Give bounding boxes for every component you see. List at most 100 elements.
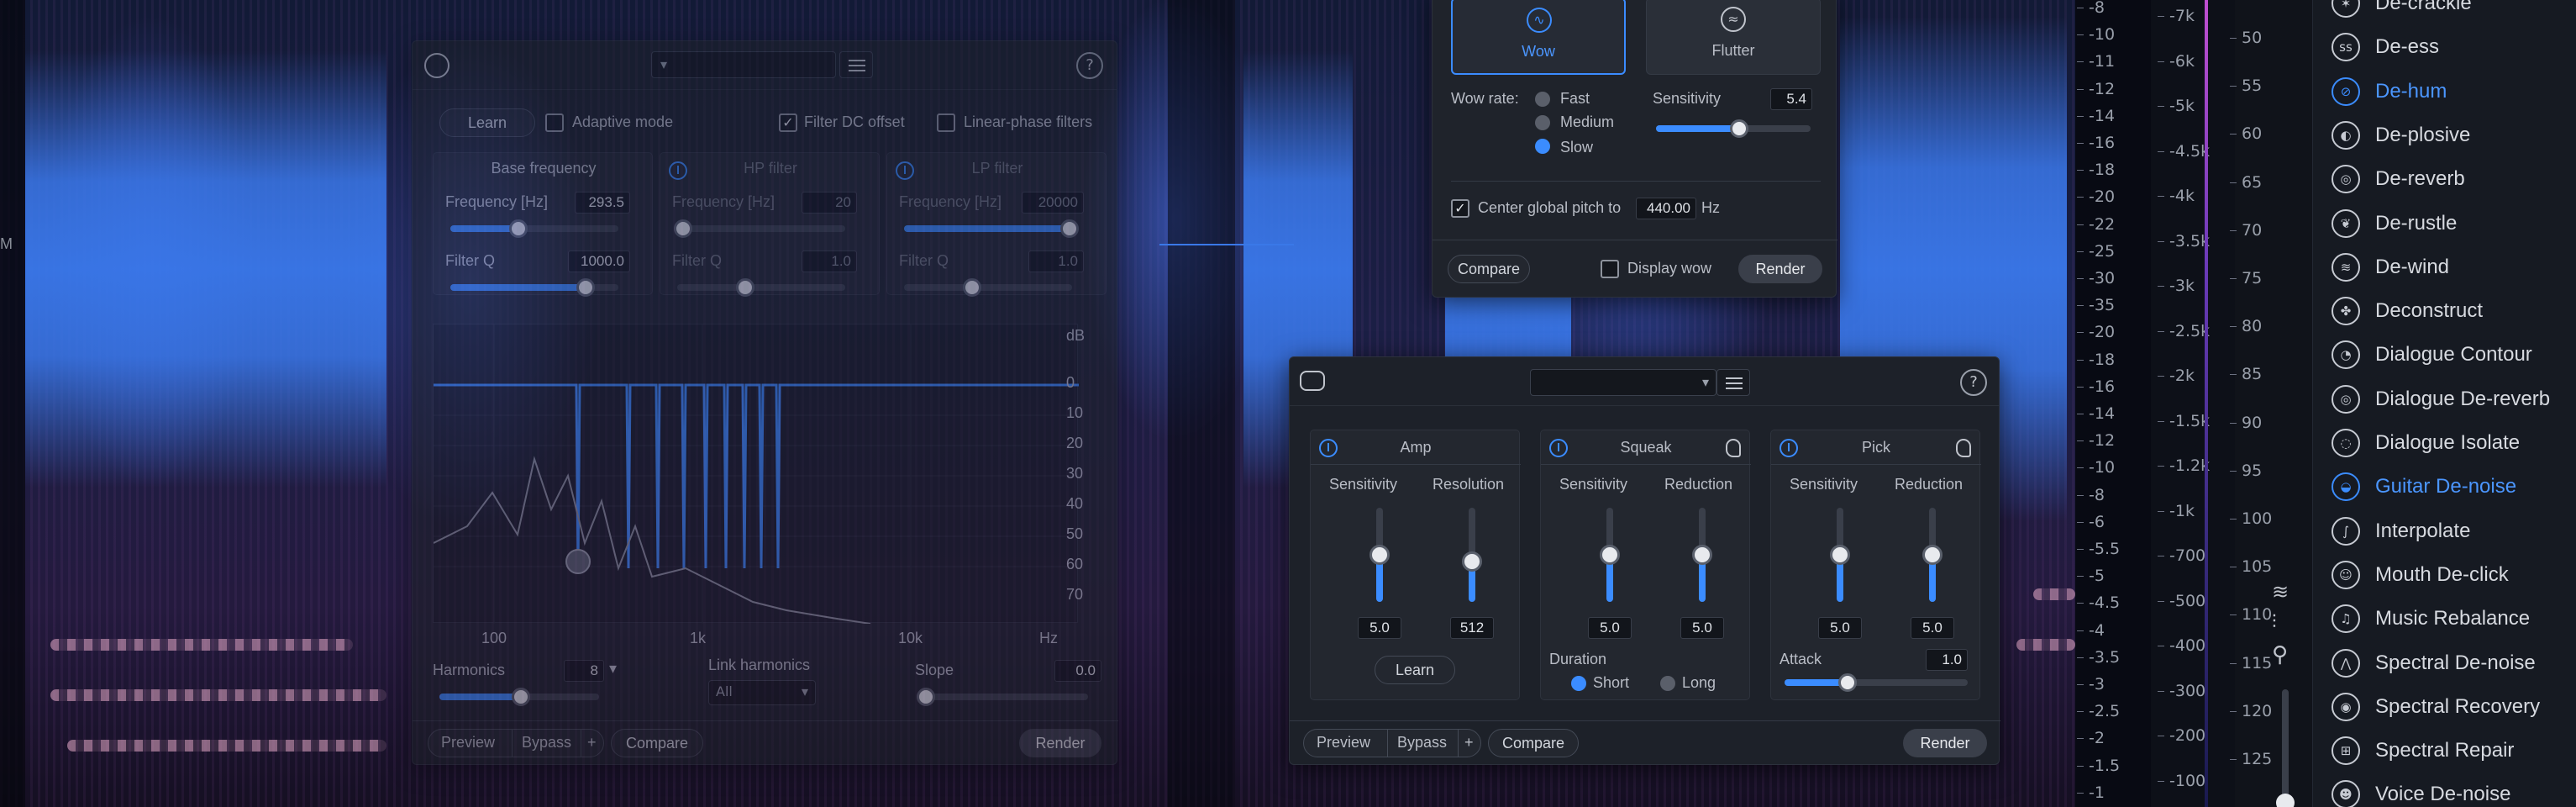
linear-phase-checkbox[interactable] [937,113,955,132]
wow-flutter-panel[interactable]: ∿ Wow ≈ Flutter Wow rate: Fast Medium Sl… [1432,0,1837,298]
amp-resolution-slider[interactable] [1462,508,1482,602]
guitar-denoise-panel[interactable]: ▾ ? Amp Sensitivity Resolution 5.0 512 L… [1289,356,2000,765]
module-item[interactable]: ☺ Mouth De-click [2313,553,2576,597]
module-item[interactable]: ⊘ De-hum [2313,70,2576,113]
pick-title: Pick [1861,439,1890,456]
module-item[interactable]: ◌ Dialogue Isolate [2313,421,2576,465]
listen-ear-icon[interactable] [1726,439,1741,457]
squeak-sensitivity-slider[interactable] [1600,508,1620,602]
squeak-sensitivity-value[interactable]: 5.0 [1588,617,1632,639]
module-item[interactable]: ◒ Guitar De-noise [2313,465,2576,509]
duration-short-radio[interactable] [1571,676,1586,691]
duration-long-radio[interactable] [1660,676,1675,691]
preset-menu-button[interactable] [839,51,873,78]
amp-learn-button[interactable]: Learn [1375,656,1455,684]
dehum-filter-graph[interactable] [433,324,1079,625]
lp-frequency-value[interactable]: 20000 [1022,192,1084,214]
lp-filter-q-value[interactable]: 1.0 [1028,251,1084,272]
pick-reduction-slider[interactable] [1922,508,1943,602]
module-item[interactable]: ♫ Music Rebalance [2313,597,2576,641]
module-item[interactable]: ◎ Dialogue De-reverb [2313,377,2576,421]
base-filter-q-slider[interactable] [450,278,618,297]
harmonics-value[interactable]: 8 [564,660,604,682]
rate-slow-radio[interactable] [1535,139,1550,154]
guitar-preset-menu-button[interactable] [1716,369,1750,396]
center-pitch-checkbox[interactable]: ✓ [1451,199,1469,218]
squeak-reduction-slider[interactable] [1692,508,1712,602]
lp-frequency-slider[interactable] [904,219,1079,238]
wow-sensitivity-slider[interactable] [1656,119,1811,138]
squeak-reduction-value[interactable]: 5.0 [1680,617,1724,639]
display-wow-checkbox[interactable] [1601,260,1619,278]
harmonics-slider[interactable] [439,688,599,706]
slope-slider[interactable] [917,688,1088,706]
module-item[interactable]: ◔ Dialogue Contour [2313,333,2576,377]
pick-sensitivity-slider[interactable] [1830,508,1850,602]
help-icon[interactable]: ? [1076,52,1103,79]
compare-button[interactable]: Compare [611,729,703,757]
learn-button[interactable]: Learn [439,108,535,137]
module-item[interactable]: ☻ Voice De-noise [2313,773,2576,807]
harmonics-dropdown-icon[interactable]: ▾ [609,660,617,678]
module-item[interactable]: ≋ De-wind [2313,245,2576,289]
link-harmonics-select[interactable]: All ▾ [708,680,816,705]
wow-compare-button[interactable]: Compare [1448,255,1530,283]
preset-select[interactable]: ▾ [651,51,836,78]
module-item[interactable]: ◉ Spectral Recovery [2313,685,2576,729]
module-item[interactable]: ⋀ Spectral De-noise [2313,641,2576,685]
guitar-compare-button[interactable]: Compare [1488,729,1579,757]
module-item[interactable]: ⊞ Spectral Repair [2313,729,2576,773]
wow-render-button[interactable]: Render [1738,255,1822,283]
spectrum-zoom-icon[interactable]: ⫶ [2272,612,2297,636]
guitar-help-icon[interactable]: ? [1960,369,1987,396]
hp-filter-q-slider[interactable] [677,278,845,297]
attack-value[interactable]: 1.0 [1926,649,1968,671]
base-frequency-slider[interactable] [450,219,618,238]
amp-resolution-value[interactable]: 512 [1450,617,1494,639]
zoom-slider-knob[interactable] [2276,794,2295,807]
module-item[interactable]: ◐ De-plosive [2313,113,2576,157]
zoom-slider[interactable] [2276,689,2295,807]
module-item[interactable]: ss De-ess [2313,25,2576,69]
module-item[interactable]: ✶ De-crackle [2313,0,2576,25]
preview-button[interactable]: Preview [441,734,495,752]
base-filter-q-value[interactable]: 1000.0 [568,251,630,272]
module-item[interactable]: ✤ Deconstruct [2313,289,2576,333]
waveform-zoom-icon[interactable]: ≋ [2272,580,2297,604]
hp-filter-q-value[interactable]: 1.0 [802,251,857,272]
rate-medium-radio[interactable] [1535,115,1550,130]
listen-ear-icon[interactable] [1956,439,1971,457]
bypass-button[interactable]: Bypass [522,734,571,752]
pick-sensitivity-value[interactable]: 5.0 [1818,617,1862,639]
adaptive-mode-checkbox[interactable] [545,113,564,132]
module-item-label: Dialogue De-reverb [2375,387,2551,410]
tab-flutter[interactable]: ≈ Flutter [1646,0,1821,75]
add-button[interactable]: + [587,734,597,752]
module-item[interactable]: ❦ De-rustle [2313,202,2576,245]
dehum-panel[interactable]: ▾ ? Learn Adaptive mode ✓ Filter DC offs… [412,40,1118,765]
hp-frequency-value[interactable]: 20 [802,192,857,214]
pick-reduction-value[interactable]: 5.0 [1911,617,1954,639]
rate-fast-radio[interactable] [1535,92,1550,107]
filter-dc-checkbox[interactable]: ✓ [779,113,797,132]
attack-slider[interactable] [1785,673,1968,692]
base-frequency-value[interactable]: 293.5 [575,192,630,214]
lp-filter-q-slider[interactable] [904,278,1072,297]
guitar-bypass-button[interactable]: Bypass [1397,734,1447,752]
hp-frequency-slider[interactable] [674,219,845,238]
zoom-in-icon[interactable]: ⚲ [2272,642,2297,667]
module-item[interactable]: ∫ Interpolate [2313,509,2576,553]
guitar-preview-button[interactable]: Preview [1317,734,1370,752]
amp-sensitivity-slider[interactable] [1369,508,1390,602]
guitar-add-button[interactable]: + [1464,734,1474,752]
module-item[interactable]: ◎ De-reverb [2313,157,2576,201]
tab-wow[interactable]: ∿ Wow [1451,0,1626,75]
guitar-render-button[interactable]: Render [1903,729,1987,757]
module-list[interactable]: ✶ De-crackle ss De-ess ⊘ De-hum ◐ De-plosive ◎ De… [2312,0,2576,807]
wow-sensitivity-value[interactable]: 5.4 [1770,88,1812,110]
render-button[interactable]: Render [1019,729,1101,757]
guitar-preset-select[interactable]: ▾ [1530,369,1716,396]
slope-value[interactable]: 0.0 [1054,660,1101,682]
center-pitch-value[interactable]: 440.00 [1636,198,1696,219]
amp-sensitivity-value[interactable]: 5.0 [1358,617,1401,639]
